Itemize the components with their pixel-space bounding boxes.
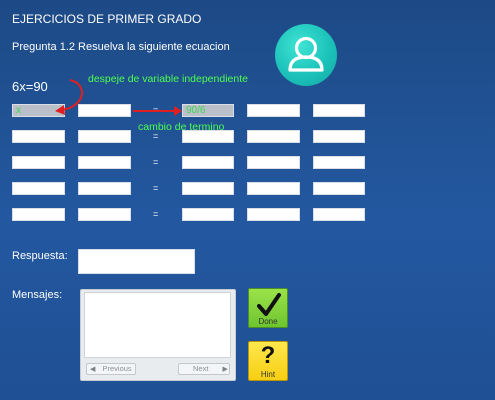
cambio-arrow-head bbox=[174, 106, 182, 116]
messages-label: Mensajes: bbox=[12, 289, 63, 301]
grid-cell-r3-c2[interactable] bbox=[78, 156, 131, 169]
done-label: Done bbox=[258, 317, 278, 326]
hint-button[interactable]: ? Hint bbox=[248, 341, 288, 381]
equals-sign: = bbox=[153, 183, 159, 193]
next-label: Next bbox=[193, 364, 209, 373]
grid-cell-r2-c1[interactable] bbox=[12, 130, 65, 143]
triangle-left-icon: ◀ bbox=[90, 366, 96, 373]
grid-cell-r4-c2[interactable] bbox=[78, 182, 131, 195]
grid-cell-r5-c5[interactable] bbox=[313, 208, 365, 221]
grid-cell-r5-c4[interactable] bbox=[247, 208, 300, 221]
grid-cell-r4-c1[interactable] bbox=[12, 182, 65, 195]
equation-text: 6x=90 bbox=[12, 79, 48, 94]
next-button[interactable]: Next ▶ bbox=[178, 363, 230, 375]
grid-cell-r5-c2[interactable] bbox=[78, 208, 131, 221]
grid-cell-r5-c3[interactable] bbox=[182, 208, 234, 221]
grid-cell-r2-c3[interactable] bbox=[182, 130, 234, 143]
answer-input[interactable] bbox=[78, 249, 195, 274]
equals-sign: = bbox=[153, 209, 159, 219]
equals-sign: = bbox=[153, 131, 159, 141]
grid-cell-r4-c5[interactable] bbox=[313, 182, 365, 195]
triangle-right-icon: ▶ bbox=[222, 366, 228, 373]
check-icon bbox=[257, 293, 281, 316]
question-icon: ? bbox=[260, 342, 276, 369]
grid-cell-r1-c4[interactable] bbox=[247, 104, 300, 117]
question-text: Pregunta 1.2 Resuelva la siguiente ecuac… bbox=[12, 41, 230, 53]
equals-sign: = bbox=[153, 157, 159, 167]
grid-cell-r1-c3[interactable]: 90/6 bbox=[182, 104, 234, 117]
grid-cell-r3-c5[interactable] bbox=[313, 156, 365, 169]
grid-cell-r5-c1[interactable] bbox=[12, 208, 65, 221]
grid-cell-r4-c3[interactable] bbox=[182, 182, 234, 195]
avatar bbox=[275, 24, 337, 86]
equals-sign: = bbox=[153, 105, 159, 115]
grid-cell-r1-c1[interactable]: x bbox=[12, 104, 65, 117]
messages-area bbox=[84, 292, 231, 358]
grid-cell-r2-c4[interactable] bbox=[247, 130, 300, 143]
user-icon bbox=[288, 36, 324, 72]
grid-cell-r2-c2[interactable] bbox=[78, 130, 131, 143]
page-title: EJERCICIOS DE PRIMER GRADO bbox=[12, 12, 202, 26]
grid-cell-r3-c3[interactable] bbox=[182, 156, 234, 169]
hint-label: Hint bbox=[260, 370, 276, 379]
previous-label: Previous bbox=[102, 364, 132, 373]
annotation-despeje: despeje de variable independiente bbox=[88, 73, 248, 85]
grid-cell-r3-c4[interactable] bbox=[247, 156, 300, 169]
grid-cell-r4-c4[interactable] bbox=[247, 182, 300, 195]
previous-button[interactable]: ◀ Previous bbox=[86, 363, 136, 375]
answer-label: Respuesta: bbox=[12, 250, 68, 262]
grid-cell-r2-c5[interactable] bbox=[313, 130, 365, 143]
annotation-arrows bbox=[55, 79, 182, 116]
grid-cell-r1-c5[interactable] bbox=[313, 104, 365, 117]
grid-cell-r1-c2[interactable] bbox=[78, 104, 131, 117]
done-button[interactable]: Done bbox=[248, 288, 288, 328]
grid-cell-r3-c1[interactable] bbox=[12, 156, 65, 169]
